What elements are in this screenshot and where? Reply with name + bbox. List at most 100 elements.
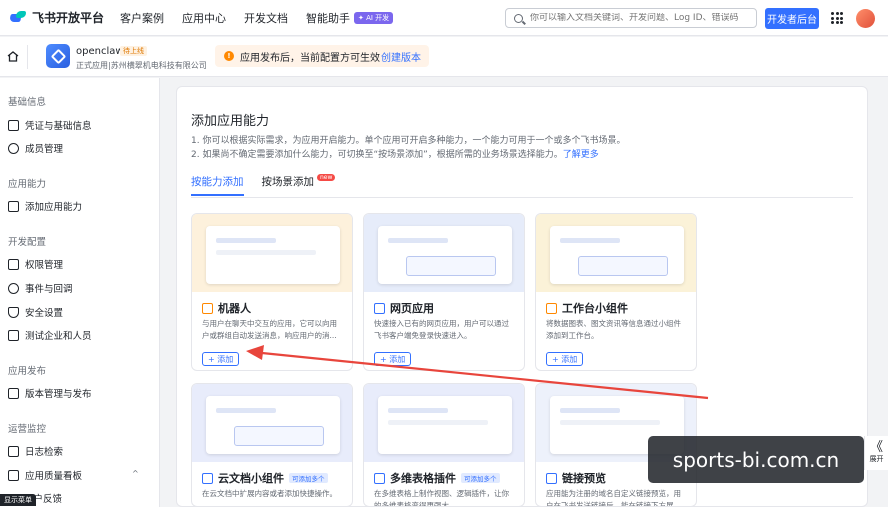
app-grid-icon[interactable] [831, 12, 843, 24]
card-title-text: 链接预览 [562, 472, 606, 485]
tab-label: 按能力添加 [191, 176, 244, 188]
test-icon [8, 329, 19, 341]
ability-card-web-app[interactable]: 网页应用 快速接入已有的网页应用，用户可以通过飞书客户端免登录快速进入。 + 添… [363, 213, 525, 371]
search-icon [514, 13, 523, 23]
sidebar-section-dev-config: 开发配置 [8, 237, 47, 248]
app-name: openclaw [76, 46, 124, 57]
page-title: 添加应用能力 [191, 114, 270, 129]
card-title: 机器人 [202, 300, 251, 316]
sidebar-item-permissions[interactable]: 权限管理 [8, 257, 63, 271]
sidebar-item-label: 事件与回调 [25, 284, 73, 295]
sidebar-item-label: 应用质量看板 [25, 471, 83, 482]
nav-app-center[interactable]: 应用中心 [182, 10, 226, 26]
sidebar-item-events[interactable]: 事件与回调 [8, 281, 73, 295]
widget-icon [546, 302, 557, 314]
brand-name: 飞书开放平台 [32, 11, 105, 25]
nav-dev-docs[interactable]: 开发文档 [244, 10, 288, 26]
expand-panel-toggle[interactable]: 《 展开 [864, 436, 888, 470]
ai-dev-badge[interactable]: ✦ AI 开发 [354, 11, 394, 24]
watermark: sports-bi.com.cn [648, 436, 864, 483]
search-input[interactable] [530, 13, 750, 23]
card-title-text: 机器人 [218, 302, 251, 315]
add-web-app-button[interactable]: + 添加 [374, 352, 412, 366]
sidebar-item-test-users[interactable]: 测试企业和人员 [8, 328, 92, 342]
add-widget-button[interactable]: + 添加 [546, 352, 584, 366]
card-description: 应用能为注册的域名自定义链接预览，用户在飞书发送链接后，能在链接下方展... [546, 489, 681, 507]
card-description: 将数据图表、图文资讯等信息通过小组件添加到工作台。 [546, 319, 681, 340]
developer-console-button[interactable]: 开发者后台 [765, 8, 819, 29]
sidebar-item-label: 权限管理 [25, 260, 64, 271]
sidebar-section-app-ability: 应用能力 [8, 179, 47, 190]
sidebar-item-label: 安全设置 [25, 308, 64, 319]
log-icon [8, 445, 19, 457]
version-icon [8, 387, 19, 399]
multi-tag: 可添加多个 [289, 473, 328, 483]
tab-divider [191, 197, 853, 198]
app-organization: 正式应用|苏州横翠机电科技有限公司 [76, 61, 207, 70]
sidebar-item-credentials[interactable]: 凭证与基础信息 [8, 118, 92, 132]
card-description: 在多维表格上制作视图、逻辑插件，让你的多维表格变得更强大。 [374, 489, 509, 507]
create-version-link[interactable]: 创建版本 [381, 49, 421, 64]
web-icon [374, 302, 385, 314]
ability-card-robot[interactable]: 机器人 与用户在聊天中交互的应用，它可以向用户或群组自动发送消息，响应用户的消.… [191, 213, 353, 371]
description-line-1: 1. 你可以根据实际需求，为应用开启能力。单个应用可开启多种能力，一个能力可用于… [191, 136, 626, 146]
doc-icon [202, 472, 213, 484]
sidebar-item-label: 成员管理 [25, 144, 64, 155]
description-line-2: 2. 如果尚不确定需要添加什么能力，可切换至“按场景添加”，根据所需的业务场景选… [191, 147, 599, 160]
double-chevron-left-icon: 《 [869, 440, 883, 455]
app-logo-icon [46, 44, 70, 68]
lock-icon [8, 258, 19, 270]
sidebar-item-logs[interactable]: 日志检索 [8, 444, 63, 458]
app-header-bar: openclaw 待上线 正式应用|苏州横翠机电科技有限公司 ! 应用发布后，当… [0, 37, 888, 77]
publish-notice: ! 应用发布后，当前配置方可生效 创建版本 [215, 45, 429, 67]
header-divider [27, 45, 28, 69]
ability-card-doc-widget[interactable]: 云文档小组件 可添加多个 在云文档中扩展内容或者添加快捷操作。 [191, 383, 353, 507]
sidebar-item-add-ability[interactable]: 添加应用能力 [8, 199, 82, 213]
id-card-icon [8, 119, 19, 131]
tab-by-scenario[interactable]: 按场景添加 new [262, 174, 336, 196]
doc-search-box[interactable] [505, 8, 757, 28]
sidebar-item-quality-board[interactable]: 应用质量看板 [8, 468, 82, 482]
ability-card-workplace-widget[interactable]: 工作台小组件 将数据图表、图文资讯等信息通过小组件添加到工作台。 + 添加 [535, 213, 697, 371]
feishu-logo-icon [9, 11, 27, 24]
multi-tag: 可添加多个 [461, 473, 500, 483]
card-title-text: 多维表格插件 [390, 472, 456, 485]
card-preview [536, 214, 696, 292]
card-title: 多维表格插件 可添加多个 [374, 470, 500, 486]
ability-card-bitable-plugin[interactable]: 多维表格插件 可添加多个 在多维表格上制作视图、逻辑插件，让你的多维表格变得更强大… [363, 383, 525, 507]
sidebar-item-members[interactable]: 成员管理 [8, 141, 63, 155]
expand-label: 展开 [869, 455, 884, 463]
link-icon [546, 472, 557, 484]
add-robot-button[interactable]: + 添加 [202, 352, 240, 366]
user-avatar[interactable] [856, 9, 875, 28]
sidebar-item-version-release[interactable]: 版本管理与发布 [8, 386, 92, 400]
sidebar-item-label: 测试企业和人员 [25, 331, 92, 342]
chevron-up-icon[interactable]: ^ [132, 469, 139, 478]
table-icon [374, 472, 385, 484]
card-description: 快速接入已有的网页应用，用户可以通过飞书客户端免登录快速进入。 [374, 319, 509, 340]
card-preview [192, 384, 352, 462]
sidebar: 基础信息 凭证与基础信息 成员管理 应用能力 添加应用能力 开发配置 权限管理 … [0, 78, 160, 507]
new-badge: new [317, 174, 336, 181]
event-icon [8, 282, 19, 294]
card-title: 链接预览 [546, 470, 606, 486]
brand-logo[interactable]: 飞书开放平台 [9, 9, 120, 26]
main-nav: 客户案例 应用中心 开发文档 智能助手 ✦ AI 开发 [120, 10, 407, 26]
home-icon[interactable] [7, 51, 19, 62]
sidebar-item-label: 添加应用能力 [25, 202, 83, 213]
description-text: 2. 如果尚不确定需要添加什么能力，可切换至“按场景添加”，根据所需的业务场景选… [191, 150, 563, 160]
nav-ai-assistant[interactable]: 智能助手 [306, 10, 350, 26]
robot-icon [202, 302, 213, 314]
nav-customer-cases[interactable]: 客户案例 [120, 10, 164, 26]
card-title-text: 工作台小组件 [562, 302, 628, 315]
card-title-text: 网页应用 [390, 302, 434, 315]
warning-icon: ! [224, 51, 234, 61]
card-title-text: 云文档小组件 [218, 472, 284, 485]
card-preview [192, 214, 352, 292]
sidebar-item-label: 版本管理与发布 [25, 389, 92, 400]
learn-more-link[interactable]: 了解更多 [563, 150, 599, 160]
tab-by-ability[interactable]: 按能力添加 [191, 174, 244, 196]
sidebar-item-label: 凭证与基础信息 [25, 121, 92, 132]
tab-bar: 按能力添加 按场景添加 new [191, 174, 353, 196]
sidebar-item-security[interactable]: 安全设置 [8, 305, 63, 319]
